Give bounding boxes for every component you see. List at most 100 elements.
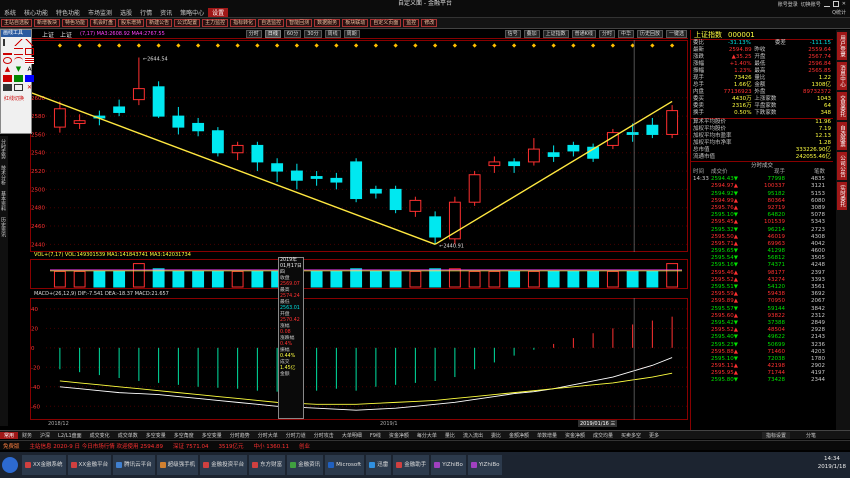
side-tab-4[interactable]: 公司公告 — [837, 152, 847, 180]
bottom-tab[interactable]: 金额净额 — [505, 432, 533, 439]
minimize-icon[interactable] — [823, 1, 830, 7]
line-tool-icon[interactable] — [14, 39, 23, 46]
down-arrow-icon[interactable]: ▼ — [14, 66, 23, 73]
chart-btn-index[interactable]: 上证指数 — [542, 30, 569, 38]
tick-row[interactable]: 2595.16▼ 74371 4248 — [691, 262, 833, 269]
bottom-tab[interactable]: 多空角度 — [170, 432, 198, 439]
close-icon[interactable]: ✕ — [842, 1, 846, 7]
ellipse-tool-icon[interactable] — [3, 57, 12, 64]
tick-row[interactable]: 2595.51▼ 54120 3561 — [691, 284, 833, 291]
macd-chart[interactable]: 40 20 0 -20 -40 -60 — [30, 298, 688, 420]
flag-tool-icon[interactable] — [3, 75, 12, 82]
toolbar-btn-1[interactable]: 新增板块 — [34, 19, 61, 27]
bottom-tab[interactable]: 沪深 — [36, 432, 54, 439]
toolbar-btn-7[interactable]: 主力监控 — [202, 19, 229, 27]
toolbar-btn-3[interactable]: 机会盯盘 — [90, 19, 117, 27]
clock[interactable]: 14:34 2019/1/18 — [818, 455, 846, 471]
toolbar-btn-12[interactable]: 板块联动 — [342, 19, 369, 27]
switch-account[interactable]: 切换账号 — [801, 1, 821, 8]
price-tool-icon[interactable] — [14, 75, 23, 82]
ticker-news[interactable]: 主站信息 2020-9 日 今日市场行情 欢迎使用 2594.89 — [30, 442, 163, 450]
tick-row[interactable]: 2595.89▲ 70950 2067 — [691, 298, 833, 305]
bottom-tab[interactable]: 分时大单 — [254, 432, 282, 439]
period-btn-4[interactable]: 周线 — [324, 30, 341, 38]
bottom-tab[interactable]: 更多 — [645, 432, 663, 439]
taskbar-item[interactable]: YiZhiBo — [467, 455, 503, 475]
chart-btn-timeshare[interactable]: 分时 — [598, 30, 615, 38]
taskbar-item[interactable]: 东方财富 — [249, 455, 286, 475]
bottom-tab[interactable]: 量比 — [441, 432, 459, 439]
bottom-tab[interactable]: 分时趋势 — [226, 432, 254, 439]
toolbar-btn-9[interactable]: 自选监控 — [258, 19, 285, 27]
tick-row[interactable]: 2595.54▼ 56812 3505 — [691, 255, 833, 262]
tick-list[interactable]: 14:33 2594.43▼ 77998 4835 2594.97▲ 100337 3121… — [691, 176, 833, 384]
tick-row[interactable]: 2595.42▼ 37388 2849 — [691, 320, 833, 327]
tick-row[interactable]: 2595.46▲ 98177 2397 — [691, 270, 833, 277]
chart-btn-select[interactable]: 一键选 — [665, 30, 687, 38]
fib-tool-icon[interactable] — [25, 57, 34, 64]
chart-btn-replay[interactable]: 历史回放 — [636, 30, 663, 38]
side-tab-1[interactable]: 消息中心 — [837, 62, 847, 90]
maximize-icon[interactable] — [832, 1, 839, 7]
ticker-free-label[interactable]: 免费版 — [0, 442, 20, 450]
period-tool-icon[interactable] — [25, 75, 34, 82]
tick-row[interactable]: 14:33 2594.43▼ 77998 4835 — [691, 176, 833, 183]
taskbar-item[interactable]: 金融资讯 — [287, 455, 324, 475]
taskbar-item[interactable]: YiZhiBo — [431, 455, 466, 475]
tick-row[interactable]: 2594.99▲ 80364 6080 — [691, 198, 833, 205]
ray-tool-icon[interactable] — [25, 39, 34, 46]
bottom-tab[interactable]: 资金净额 — [561, 432, 589, 439]
tick-row[interactable]: 2595.11▲ 42198 2902 — [691, 363, 833, 370]
toolbar-btn-15[interactable]: 修改 — [421, 19, 438, 27]
bottom-tab[interactable]: 每分大单 — [413, 432, 441, 439]
hline-tool-icon[interactable] — [3, 48, 12, 55]
chart-btn-kline[interactable]: 普通K线 — [571, 30, 596, 38]
chart-btn-zhonghua[interactable]: 中华 — [617, 30, 634, 38]
taskbar-item[interactable]: 迅雷 — [366, 455, 392, 475]
toolbar-btn-5[interactable]: 新建公告 — [146, 19, 173, 27]
tick-row[interactable]: 2595.10▼ 64820 5078 — [691, 212, 833, 219]
bottom-tab[interactable]: 分时攻击 — [310, 432, 338, 439]
taskbar-item[interactable]: 腾讯云平台 — [113, 455, 155, 475]
period-btn-5[interactable]: 周期 — [343, 30, 360, 38]
bottom-tab[interactable]: 分时力道 — [282, 432, 310, 439]
chart-btn-signal[interactable]: 信号 — [504, 30, 521, 38]
account-login[interactable]: 账号登录 — [778, 1, 798, 8]
tick-row[interactable]: 2595.76▲ 92719 3089 — [691, 205, 833, 212]
save-tool-icon[interactable] — [3, 84, 12, 91]
menu-feature[interactable]: 特色功能 — [52, 8, 84, 17]
tick-tab[interactable]: 分笔 — [802, 432, 820, 439]
text-tool-icon[interactable]: A — [25, 66, 34, 73]
tick-row[interactable]: 2595.80▼ 73428 2344 — [691, 377, 833, 384]
bottom-tab[interactable]: 大单明细 — [338, 432, 366, 439]
tick-row[interactable]: 2595.71▲ 69963 4042 — [691, 241, 833, 248]
side-tab-5[interactable]: 实时委托 — [837, 182, 847, 210]
bottom-tab[interactable]: F9线 — [366, 432, 385, 439]
bottom-tab[interactable]: 成交均量 — [589, 432, 617, 439]
left-tab-0[interactable]: 分时走势 — [0, 136, 7, 162]
pointer-tool-icon[interactable] — [3, 39, 12, 46]
red-line-toggle[interactable]: 红线切换 — [1, 95, 31, 102]
menu-quote[interactable]: 行情 — [136, 8, 156, 17]
bottom-tab[interactable]: 资金净额 — [385, 432, 413, 439]
taskbar-item[interactable]: XX金融系统 — [22, 455, 66, 475]
toolbar-btn-0[interactable]: 主站自选股 — [1, 19, 33, 27]
menu-news[interactable]: 资讯 — [156, 8, 176, 17]
bottom-tab[interactable]: 单数增量 — [533, 432, 561, 439]
channel-tool-icon[interactable] — [14, 48, 23, 55]
bottom-tab[interactable]: L2/L1盘面 — [54, 432, 86, 439]
bottom-tab[interactable]: 财务 — [18, 432, 36, 439]
candlestick-chart[interactable]: 260025802560254025202500248024602440←264… — [30, 40, 688, 252]
bottom-tab[interactable]: 委比 — [487, 432, 505, 439]
menu-monitor[interactable]: 市场监测 — [84, 8, 116, 17]
tick-row[interactable]: 2595.40▼ 49622 2143 — [691, 334, 833, 341]
left-tab-2[interactable]: 基本资料 — [0, 188, 7, 214]
bottom-tab[interactable]: 成交单数 — [114, 432, 142, 439]
tick-row[interactable]: 2595.23▼ 50699 3236 — [691, 342, 833, 349]
left-tab-1[interactable]: 技术分析 — [0, 162, 7, 188]
side-tab-2[interactable]: 交易委托 — [837, 92, 847, 120]
taskbar-item[interactable]: Microsoft — [325, 455, 365, 475]
period-btn-3[interactable]: 30分 — [304, 30, 322, 38]
arc-tool-icon[interactable] — [14, 57, 23, 64]
tick-row[interactable]: 2595.10▼ 72038 1780 — [691, 356, 833, 363]
